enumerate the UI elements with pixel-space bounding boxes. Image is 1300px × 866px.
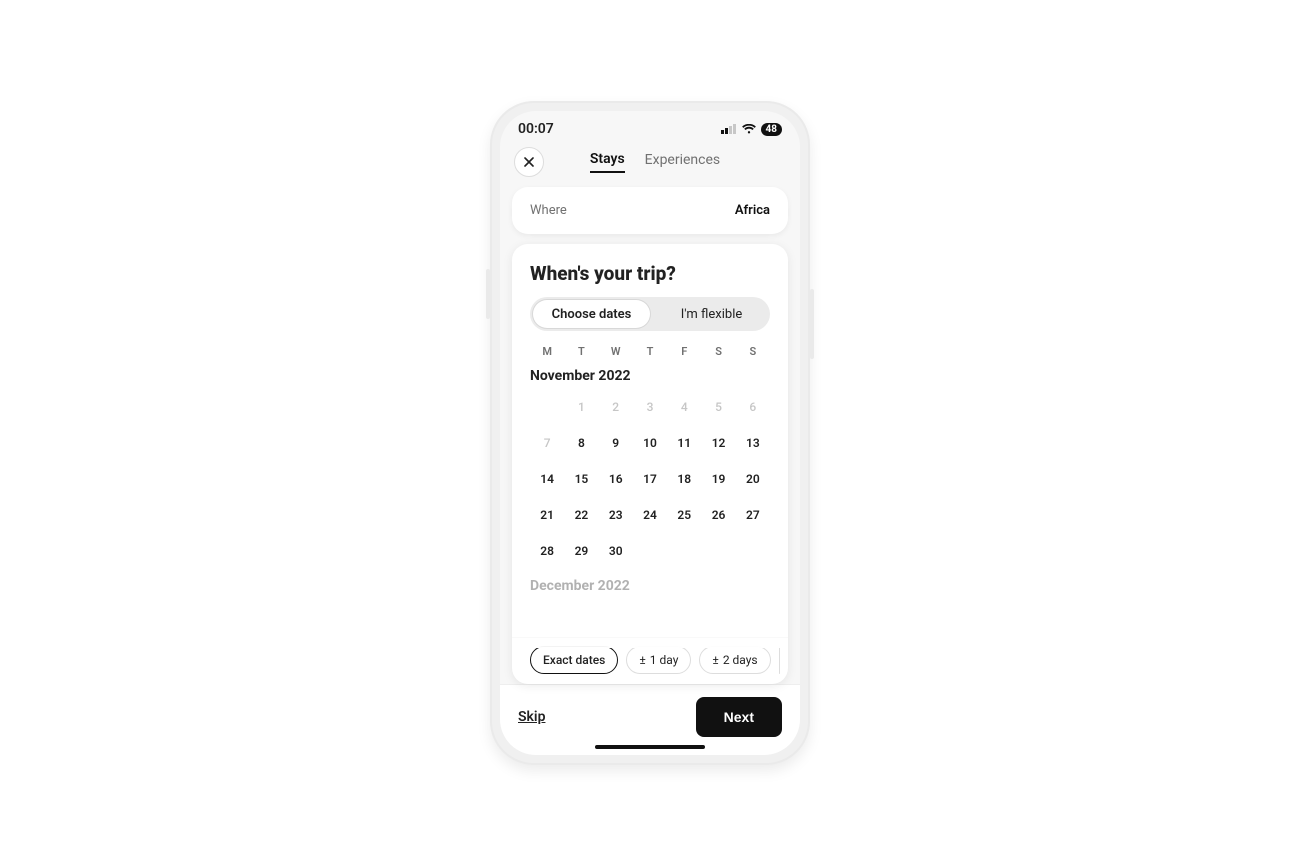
where-selector[interactable]: Where Africa xyxy=(512,187,788,234)
day-13[interactable]: 13 xyxy=(736,428,770,458)
when-title: When's your trip? xyxy=(512,262,788,297)
pill-more-peek[interactable] xyxy=(779,646,780,674)
day-15[interactable]: 15 xyxy=(564,464,598,494)
weekday-0: M xyxy=(530,345,564,358)
day-19[interactable]: 19 xyxy=(701,464,735,494)
pill-exact-dates[interactable]: Exact dates xyxy=(530,646,618,674)
day-6: 6 xyxy=(736,392,770,422)
day-10[interactable]: 10 xyxy=(633,428,667,458)
plus-minus-icon: ± xyxy=(639,653,645,667)
weekday-1: T xyxy=(564,345,598,358)
plus-minus-icon: ± xyxy=(712,653,718,667)
day-29[interactable]: 29 xyxy=(564,536,598,566)
cellular-icon xyxy=(721,124,737,134)
day-7: 7 xyxy=(530,428,564,458)
day-17[interactable]: 17 xyxy=(633,464,667,494)
day-22[interactable]: 22 xyxy=(564,500,598,530)
pill-plus-minus-1-day[interactable]: ± 1 day xyxy=(626,646,691,674)
phone-frame: 00:07 48 Stays Experiences xyxy=(490,101,810,765)
day-25[interactable]: 25 xyxy=(667,500,701,530)
pill-plus-minus-2-days[interactable]: ± 2 days xyxy=(699,646,770,674)
day-11[interactable]: 11 xyxy=(667,428,701,458)
day-21[interactable]: 21 xyxy=(530,500,564,530)
day-12[interactable]: 12 xyxy=(701,428,735,458)
weekday-2: W xyxy=(599,345,633,358)
day-8[interactable]: 8 xyxy=(564,428,598,458)
day-5: 5 xyxy=(701,392,735,422)
pill-2-days-label: 2 days xyxy=(723,653,758,667)
day-4: 4 xyxy=(667,392,701,422)
close-button[interactable] xyxy=(514,147,544,177)
next-button[interactable]: Next xyxy=(696,697,782,737)
weekday-5: S xyxy=(701,345,735,358)
pill-1-day-label: 1 day xyxy=(650,653,679,667)
status-bar: 00:07 48 xyxy=(500,111,800,147)
top-tabs: Stays Experiences xyxy=(554,151,786,173)
where-value: Africa xyxy=(735,203,770,218)
day-3: 3 xyxy=(633,392,667,422)
seg-flexible[interactable]: I'm flexible xyxy=(653,297,770,331)
date-mode-segmented: Choose dates I'm flexible xyxy=(530,297,770,331)
days-grid-nov: 1234567891011121314151617181920212223242… xyxy=(530,392,770,566)
home-indicator xyxy=(595,745,705,749)
day-24[interactable]: 24 xyxy=(633,500,667,530)
weekday-4: F xyxy=(667,345,701,358)
status-icons: 48 xyxy=(721,123,782,136)
header-row: Stays Experiences xyxy=(500,147,800,187)
day-18[interactable]: 18 xyxy=(667,464,701,494)
when-panel: When's your trip? Choose dates I'm flexi… xyxy=(512,244,788,684)
battery-level-icon: 48 xyxy=(761,123,782,136)
where-label: Where xyxy=(530,203,567,218)
day-23[interactable]: 23 xyxy=(599,500,633,530)
day-28[interactable]: 28 xyxy=(530,536,564,566)
screen: 00:07 48 Stays Experiences xyxy=(500,111,800,755)
weekday-header: MTWTFSS xyxy=(530,345,770,358)
day-14[interactable]: 14 xyxy=(530,464,564,494)
day-27[interactable]: 27 xyxy=(736,500,770,530)
calendar-scroll[interactable]: MTWTFSS November 2022 123456789101112131… xyxy=(512,345,788,637)
tab-experiences[interactable]: Experiences xyxy=(645,152,720,172)
day-20[interactable]: 20 xyxy=(736,464,770,494)
day-16[interactable]: 16 xyxy=(599,464,633,494)
close-icon xyxy=(524,157,534,167)
weekday-3: T xyxy=(633,345,667,358)
month-title-dec-peek: December 2022 xyxy=(530,578,770,594)
day-26[interactable]: 26 xyxy=(701,500,735,530)
date-flex-pills: Exact dates ± 1 day ± 2 days xyxy=(512,637,788,684)
tab-stays[interactable]: Stays xyxy=(590,151,625,173)
day-9[interactable]: 9 xyxy=(599,428,633,458)
day-2: 2 xyxy=(599,392,633,422)
day-30[interactable]: 30 xyxy=(599,536,633,566)
status-time: 00:07 xyxy=(518,121,554,137)
weekday-6: S xyxy=(736,345,770,358)
seg-choose-dates[interactable]: Choose dates xyxy=(533,300,650,328)
day-empty xyxy=(530,392,564,422)
skip-link[interactable]: Skip xyxy=(518,709,545,725)
day-1: 1 xyxy=(564,392,598,422)
month-title-nov: November 2022 xyxy=(530,368,770,384)
wifi-icon xyxy=(742,124,756,134)
